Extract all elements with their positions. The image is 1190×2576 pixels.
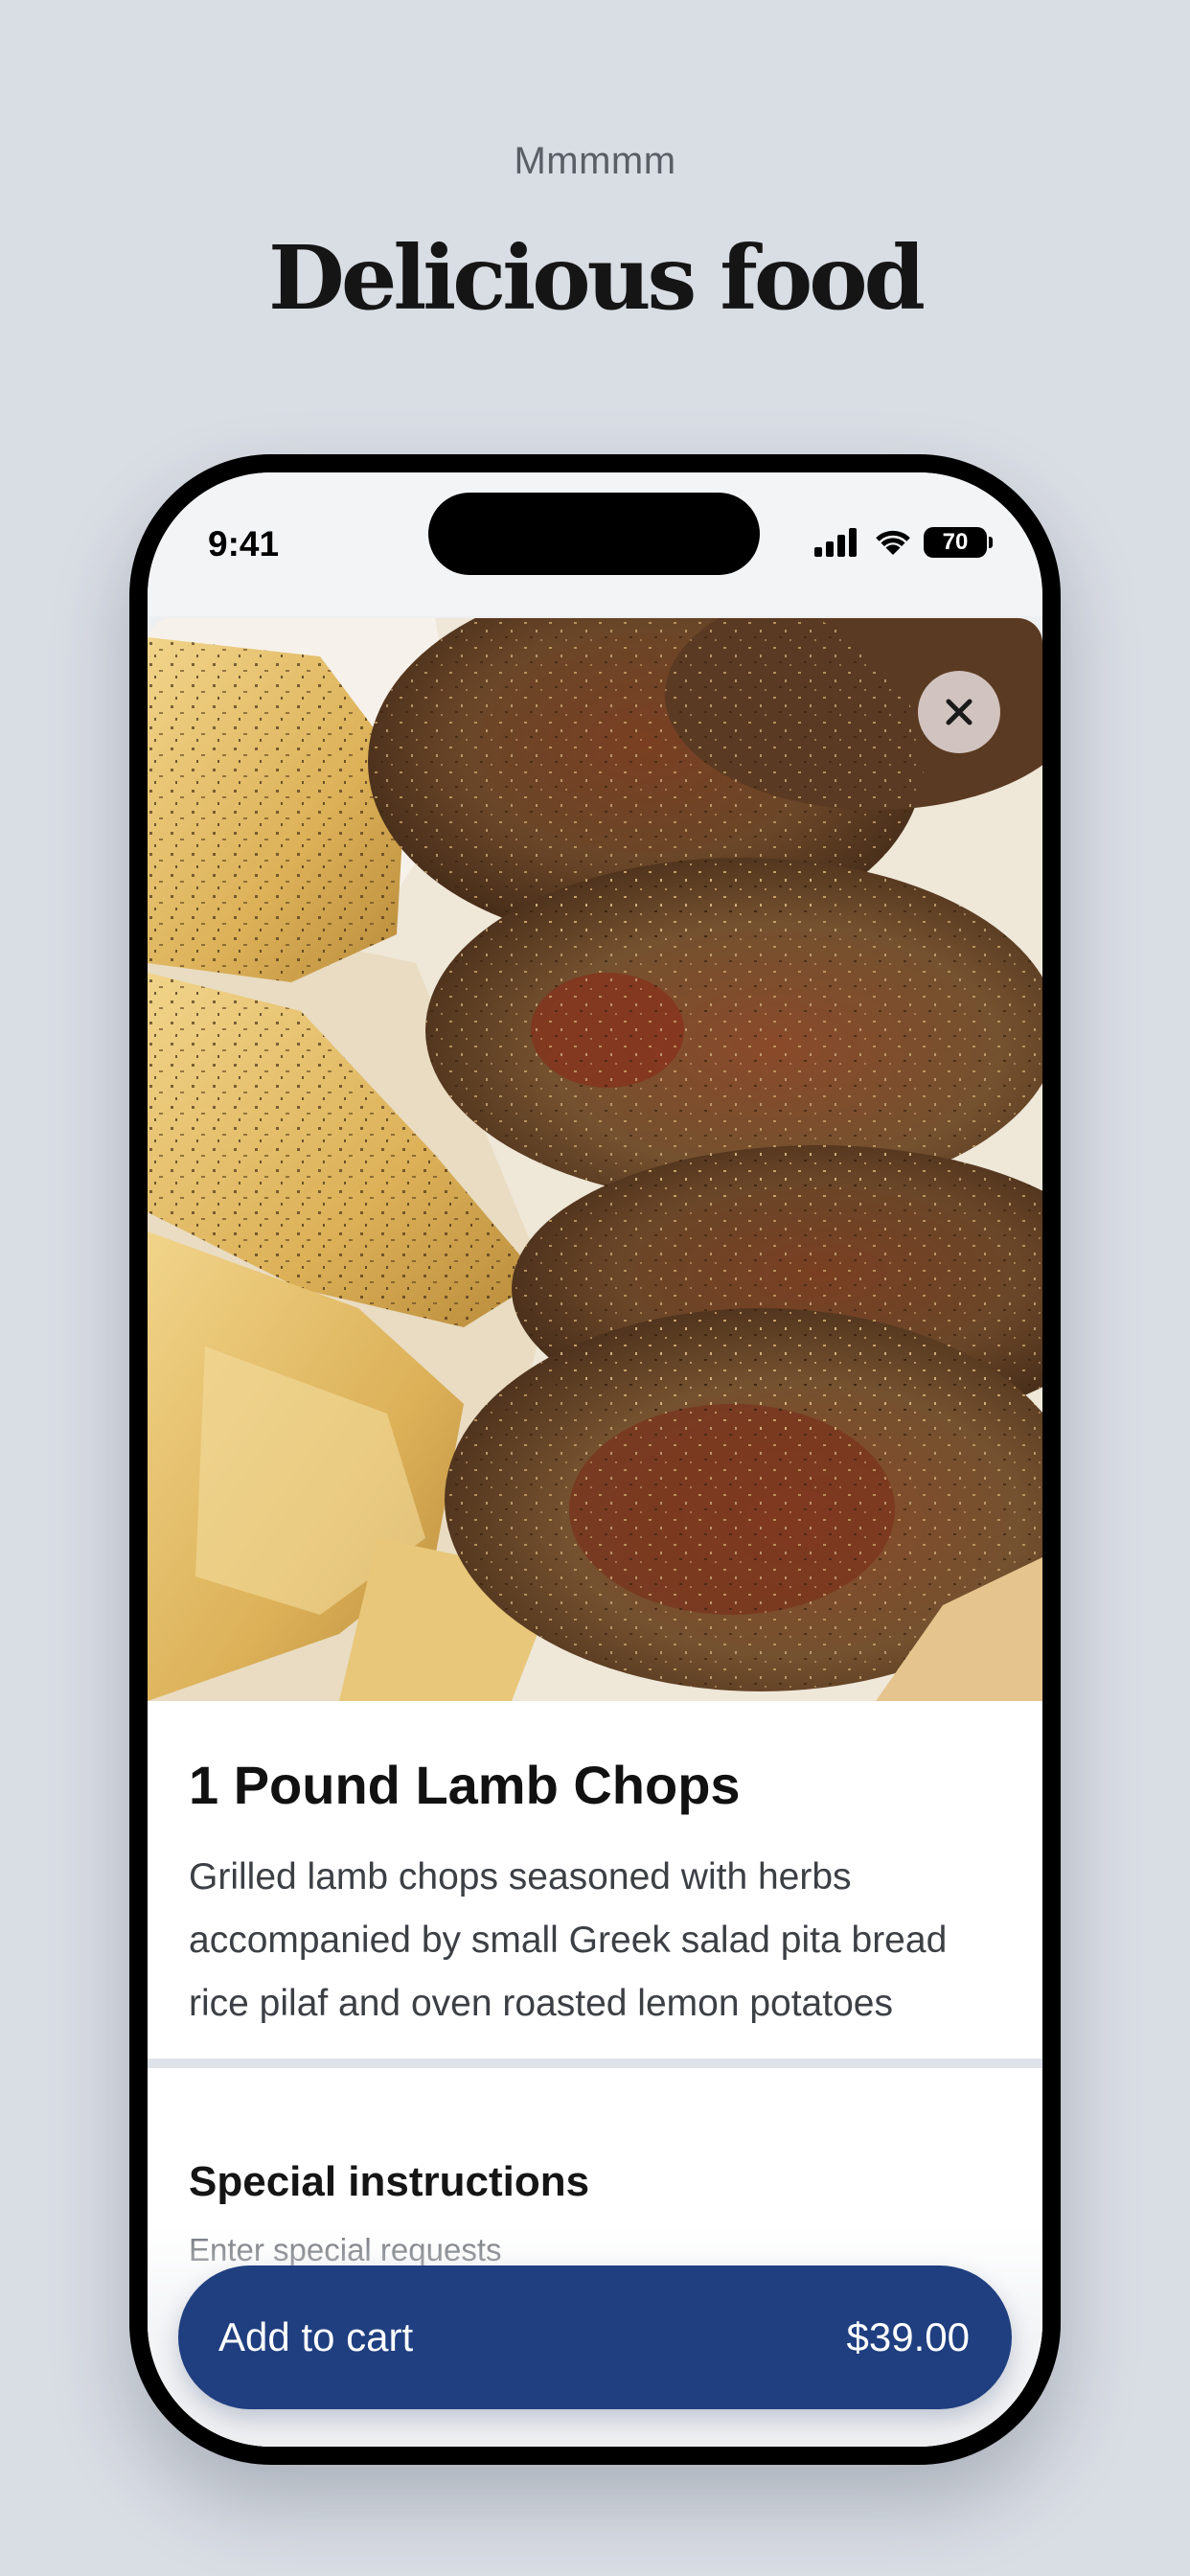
status-time: 9:41	[208, 524, 280, 564]
section-divider	[148, 2058, 1042, 2068]
battery-icon: 70	[924, 527, 993, 558]
status-bar: 9:41 70	[148, 472, 1042, 616]
item-detail-sheet: 1 Pound Lamb Chops Grilled lamb chops se…	[148, 618, 1042, 2447]
battery-level: 70	[924, 527, 987, 558]
close-button[interactable]	[918, 671, 1000, 753]
add-to-cart-button[interactable]: Add to cart $39.00	[178, 2266, 1012, 2409]
cart-price: $39.00	[846, 2314, 970, 2359]
signal-icon	[814, 528, 857, 557]
dynamic-island	[428, 493, 760, 575]
dish-photo	[148, 618, 1042, 1701]
dish-photo-illustration	[148, 618, 1042, 1701]
battery-tip	[989, 537, 993, 548]
page-eyebrow: Mmmmm	[514, 140, 676, 182]
add-to-cart-label: Add to cart	[218, 2314, 414, 2359]
dish-description: Grilled lamb chops seasoned with herbs a…	[189, 1856, 948, 2024]
phone-frame: 9:41 70 1 Pound Lamb Chops Grilled lamb …	[129, 454, 1061, 2465]
wifi-icon	[876, 530, 910, 555]
status-icons: 70	[812, 526, 993, 559]
special-instructions-title: Special instructions	[189, 2158, 590, 2205]
page-headline: Delicious food	[268, 226, 926, 330]
close-icon	[946, 699, 973, 725]
dish-title: 1 Pound Lamb Chops	[189, 1755, 741, 1815]
